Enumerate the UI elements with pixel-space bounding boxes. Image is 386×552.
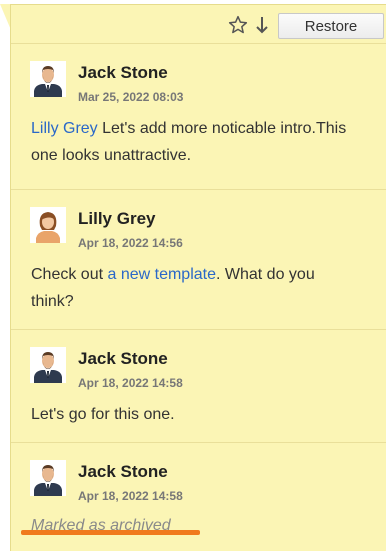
- comment-author: Jack Stone: [78, 349, 168, 368]
- comment-author: Jack Stone: [78, 63, 168, 82]
- arrow-down-icon[interactable]: [253, 14, 271, 36]
- comment-item: Jack Stone Apr 18, 2022 14:58 Let's go f…: [11, 329, 386, 442]
- star-icon[interactable]: [227, 14, 249, 36]
- comment-text: Lilly Grey Let's add more noticable intr…: [31, 115, 351, 169]
- comment-toolbar: Restore: [11, 5, 386, 43]
- comment-author: Jack Stone: [78, 462, 168, 481]
- comment-text-start: Check out: [31, 266, 108, 283]
- comment-timestamp: Apr 18, 2022 14:56: [78, 236, 183, 250]
- comment-timestamp: Mar 25, 2022 08:03: [78, 90, 184, 104]
- restore-button[interactable]: Restore: [278, 13, 384, 39]
- woman-avatar-icon: [30, 207, 66, 243]
- comment-author: Lilly Grey: [78, 209, 156, 228]
- mention-link[interactable]: Lilly Grey: [31, 120, 98, 137]
- comment-text: Let's go for this one.: [31, 406, 175, 423]
- comment-item: Jack Stone Mar 25, 2022 08:03 Lilly Grey…: [11, 43, 386, 189]
- template-link[interactable]: a new template: [107, 266, 216, 283]
- archived-highlight-underline: [21, 530, 200, 535]
- comment-item: Lilly Grey Apr 18, 2022 14:56 Check out …: [11, 189, 386, 329]
- man-avatar-icon: [30, 347, 66, 383]
- comment-timestamp: Apr 18, 2022 14:58: [78, 489, 183, 503]
- comments-panel: Restore Jack Stone Mar 25, 2022 08:03 Li…: [10, 4, 386, 551]
- comment-timestamp: Apr 18, 2022 14:58: [78, 376, 183, 390]
- man-avatar-icon: [30, 61, 66, 97]
- man-avatar-icon: [30, 460, 66, 496]
- comment-text: Check out a new template. What do you th…: [31, 261, 351, 315]
